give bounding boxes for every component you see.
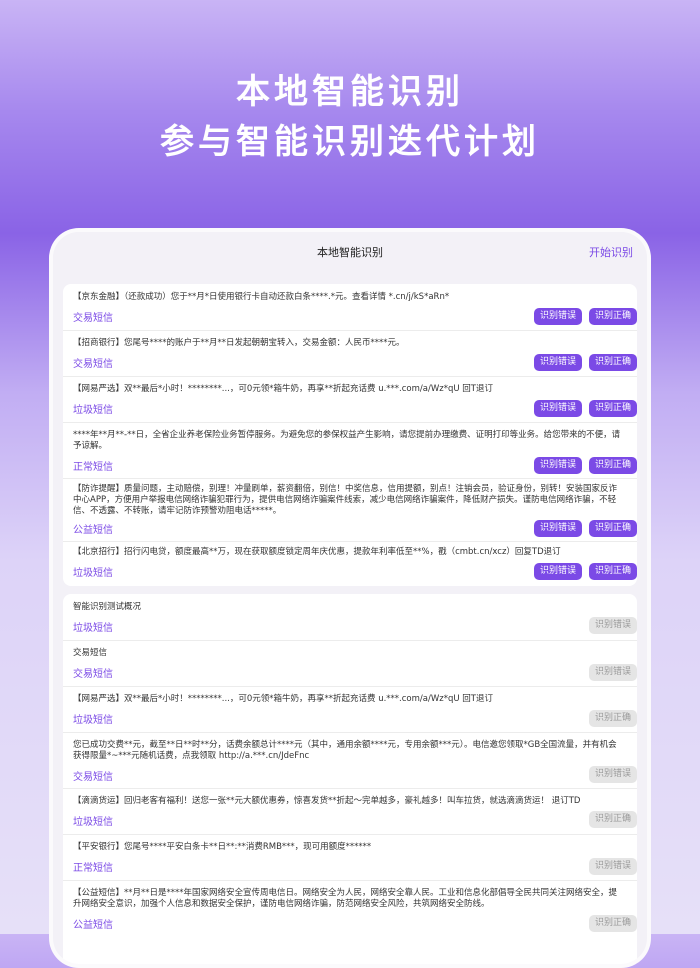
message-text: 【防诈提醒】质量问题，主动赔偿，别理！冲量刷单，薪资翻倍，别信！中奖信息，信用提… [73,484,618,516]
message-category: 交易短信 [73,772,113,783]
result-item: 您已成功交费**元，截至**日**时**分，话费余额总计****元（其中，通用余… [63,732,637,789]
mark-correct-button[interactable]: 识别正确 [588,563,637,580]
message-category: 垃圾短信 [73,405,113,416]
device-frame: 本地智能识别 开始识别 【京东金融】（还款成功）您于**月*日使用银行卡自动还款… [49,228,651,968]
hero-title-line2: 参与智能识别迭代计划 [160,122,540,162]
result-item: 【网易严选】双**最后*小时！********...，可0元领*箱牛奶，再享**… [63,686,637,733]
page-title: 本地智能识别 [317,246,383,259]
mark-error-button[interactable]: 识别错误 [533,308,582,325]
result-badge: 识别错误 [588,664,637,681]
message-category: 交易短信 [73,359,113,370]
message-category: 垃圾短信 [73,817,113,828]
message-category: 公益短信 [73,920,113,931]
result-item: 智能识别测试概况 垃圾短信 识别错误 [63,594,637,641]
result-item: 交易短信 交易短信 识别错误 [63,640,637,687]
pending-messages-panel: 【京东金融】（还款成功）您于**月*日使用银行卡自动还款白条****.*元。查看… [63,284,637,586]
start-recognition-button[interactable]: 开始识别 [589,244,633,260]
message-item: 【网易严选】双**最后*小时！********...，可0元领*箱牛奶，再享**… [63,376,637,423]
message-text: ****年**月**-**日，全省企业养老保险业务暂停服务。为避免您的参保权益产… [73,430,621,451]
result-item: 【公益短信】**月**日是****年国家网络安全宣传周电信日。网络安全为人民，网… [63,880,637,940]
message-category: 正常短信 [73,863,113,874]
message-category: 垃圾短信 [73,568,113,579]
mark-correct-button[interactable]: 识别正确 [588,400,637,417]
result-badge: 识别正确 [588,811,637,828]
message-text: 【北京招行】招行闪电贷，额度最高**万，现在获取额度锁定周年庆优惠，提款年利率低… [73,547,561,557]
message-text: 智能识别测试概况 [73,602,142,612]
message-category: 垃圾短信 [73,623,113,634]
message-text: 【平安银行】您尾号****平安白条卡**日**:**消费RMB***，现可用额度… [73,842,372,852]
message-text: 【滴滴货运】回归老客有福利！送您一张**元大额优惠券，惊喜发货**折起～完单越多… [73,796,581,806]
message-text: 您已成功交费**元，截至**日**时**分，话费余额总计****元（其中，通用余… [73,740,617,761]
test-overview-panel: 智能识别测试概况 垃圾短信 识别错误 交易短信 交易短信 识别错误 【网易严选】… [63,594,637,964]
mark-correct-button[interactable]: 识别正确 [588,354,637,371]
mark-error-button[interactable]: 识别错误 [533,563,582,580]
mark-correct-button[interactable]: 识别正确 [588,457,637,474]
mark-error-button[interactable]: 识别错误 [533,457,582,474]
mark-error-button[interactable]: 识别错误 [533,400,582,417]
message-item: 【京东金融】（还款成功）您于**月*日使用银行卡自动还款白条****.*元。查看… [63,284,637,331]
mark-correct-button[interactable]: 识别正确 [588,308,637,325]
result-badge: 识别正确 [588,915,637,932]
message-text: 【网易严选】双**最后*小时！********...，可0元领*箱牛奶，再享**… [73,694,493,704]
result-badge: 识别错误 [588,617,637,634]
navbar: 本地智能识别 开始识别 [53,232,647,274]
message-text: 【京东金融】（还款成功）您于**月*日使用银行卡自动还款白条****.*元。查看… [73,292,450,302]
message-item: 【招商银行】您尾号****的账户于**月**日发起朝朝宝转入，交易金额：人民币*… [63,330,637,377]
hero-title-line1: 本地智能识别 [236,72,464,112]
message-category: 交易短信 [73,313,113,324]
message-category: 垃圾短信 [73,715,113,726]
message-item: 【北京招行】招行闪电贷，额度最高**万，现在获取额度锁定周年庆优惠，提款年利率低… [63,541,637,586]
message-category: 交易短信 [73,669,113,680]
mark-correct-button[interactable]: 识别正确 [588,520,637,537]
message-text: 交易短信 [73,648,108,658]
result-item: 【滴滴货运】回归老客有福利！送您一张**元大额优惠券，惊喜发货**折起～完单越多… [63,788,637,835]
result-badge: 识别错误 [588,858,637,875]
message-text: 【招商银行】您尾号****的账户于**月**日发起朝朝宝转入，交易金额：人民币*… [73,338,405,348]
result-badge: 识别正确 [588,710,637,727]
message-text: 【公益短信】**月**日是****年国家网络安全宣传周电信日。网络安全为人民，网… [73,888,618,909]
message-category: 公益短信 [73,525,113,536]
result-badge: 识别错误 [588,766,637,783]
message-text: 【网易严选】双**最后*小时！********...，可0元领*箱牛奶，再享**… [73,384,493,394]
result-item: 【平安银行】您尾号****平安白条卡**日**:**消费RMB***，现可用额度… [63,834,637,881]
message-item: 【防诈提醒】质量问题，主动赔偿，别理！冲量刷单，薪资翻倍，别信！中奖信息，信用提… [63,478,637,542]
message-category: 正常短信 [73,462,113,473]
mark-error-button[interactable]: 识别错误 [533,354,582,371]
message-item: ****年**月**-**日，全省企业养老保险业务暂停服务。为避免您的参保权益产… [63,422,637,479]
mark-error-button[interactable]: 识别错误 [533,520,582,537]
